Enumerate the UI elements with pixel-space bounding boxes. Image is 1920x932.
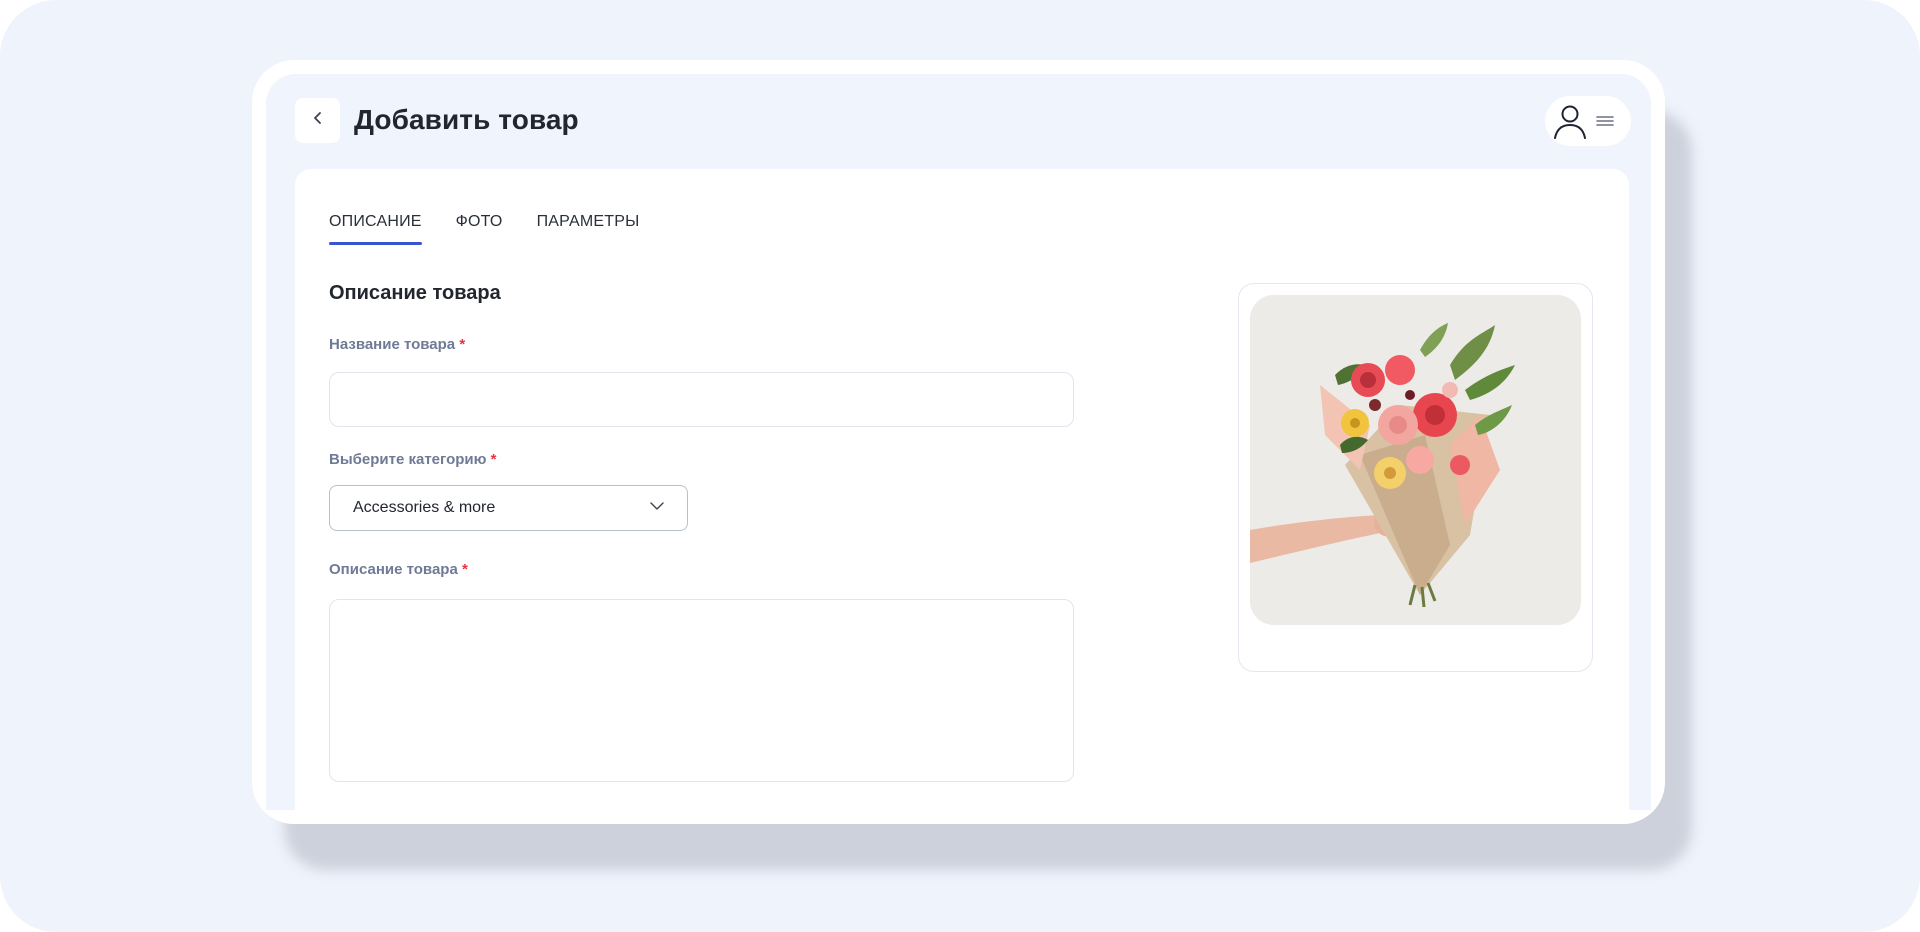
- product-photo-frame: [1238, 283, 1593, 672]
- category-select[interactable]: Accessories & more: [329, 485, 688, 531]
- back-button[interactable]: [295, 98, 340, 143]
- required-mark: *: [461, 561, 468, 578]
- product-photo: [1250, 295, 1581, 625]
- product-name-label: Название товара *: [329, 336, 466, 353]
- app-canvas: Добавить товар ОПИСАНИЕ ФОТО ПАРАМЕТРЫ О…: [0, 0, 1920, 932]
- chevron-down-icon: [649, 498, 665, 519]
- chevron-left-icon: [310, 110, 326, 131]
- app-screen: Добавить товар ОПИСАНИЕ ФОТО ПАРАМЕТРЫ О…: [266, 74, 1651, 810]
- device-frame: Добавить товар ОПИСАНИЕ ФОТО ПАРАМЕТРЫ О…: [252, 60, 1665, 824]
- section-title: Описание товара: [329, 282, 501, 304]
- tab-bar: ОПИСАНИЕ ФОТО ПАРАМЕТРЫ: [329, 213, 639, 245]
- description-label: Описание товара *: [329, 561, 468, 578]
- product-name-input[interactable]: [329, 372, 1074, 427]
- category-selected-value: Accessories & more: [353, 499, 496, 516]
- page-title: Добавить товар: [354, 104, 579, 135]
- tab-parameters[interactable]: ПАРАМЕТРЫ: [537, 213, 640, 245]
- tab-photo[interactable]: ФОТО: [456, 213, 503, 245]
- required-mark: *: [490, 451, 497, 468]
- description-textarea[interactable]: [329, 599, 1074, 782]
- user-menu-button[interactable]: [1545, 96, 1631, 146]
- hamburger-menu-icon: [1593, 109, 1617, 133]
- tab-description[interactable]: ОПИСАНИЕ: [329, 213, 422, 245]
- required-mark: *: [459, 336, 466, 353]
- product-form-card: ОПИСАНИЕ ФОТО ПАРАМЕТРЫ Описание товара …: [295, 169, 1629, 810]
- category-label: Выберите категорию *: [329, 451, 497, 468]
- user-icon: [1549, 100, 1591, 142]
